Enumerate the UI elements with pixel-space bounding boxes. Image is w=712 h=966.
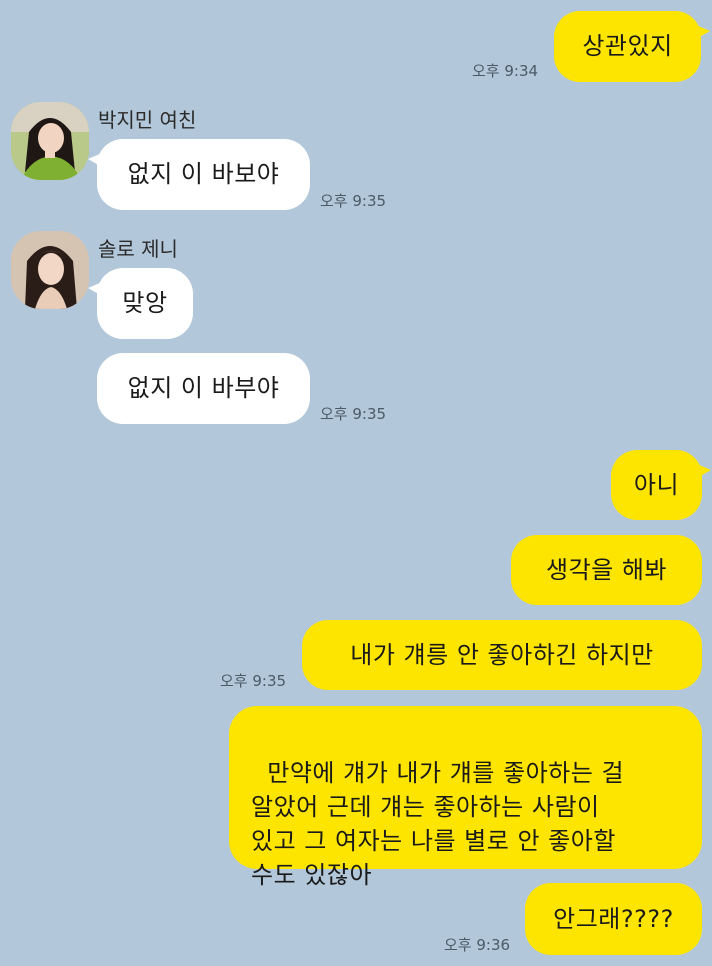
message-timestamp: 오후 9:35 <box>220 672 287 690</box>
message-text: 생각을 해봐 <box>545 555 668 584</box>
avatar[interactable] <box>11 102 89 180</box>
message-text: 아니 <box>633 470 680 499</box>
my-message-bubble[interactable]: 내가 걔릉 안 좋아하긴 하지만 <box>302 620 702 690</box>
avatar[interactable] <box>11 231 89 309</box>
message-text: 만약에 걔가 내가 걔를 좋아하는 걸 알았어 근데 걔는 좋아하는 사람이 있… <box>251 759 625 889</box>
message-text: 내가 걔릉 안 좋아하긴 하지만 <box>350 640 654 669</box>
sender-name: 박지민 여친 <box>98 108 197 132</box>
sender-name: 솔로 제니 <box>98 237 178 261</box>
message-text: 없지 이 바보야 <box>127 160 280 188</box>
other-message-bubble[interactable]: 없지 이 바부야 <box>97 353 310 424</box>
person-photo-icon <box>11 231 89 309</box>
other-message-bubble[interactable]: 맞앙 <box>88 268 193 339</box>
my-message-bubble[interactable]: 아니 <box>611 450 711 520</box>
my-message-bubble[interactable]: 만약에 걔가 내가 걔를 좋아하는 걸 알았어 근데 걔는 좋아하는 사람이 있… <box>229 706 702 889</box>
message-timestamp: 오후 9:35 <box>320 405 387 423</box>
message-text: 상관있지 <box>582 32 673 60</box>
my-message-bubble[interactable]: 상관있지 <box>554 11 710 82</box>
message-timestamp: 오후 9:34 <box>472 62 539 80</box>
other-message-bubble[interactable]: 없지 이 바보야 <box>88 139 310 210</box>
my-message-bubble[interactable]: 안그래???? <box>525 883 702 955</box>
message-text: 맞앙 <box>122 289 168 317</box>
message-text: 없지 이 바부야 <box>127 374 280 402</box>
message-text: 안그래???? <box>553 904 674 933</box>
message-timestamp: 오후 9:35 <box>320 192 387 210</box>
person-photo-icon <box>11 102 89 180</box>
my-message-bubble[interactable]: 생각을 해봐 <box>511 535 702 605</box>
message-timestamp: 오후 9:36 <box>444 936 511 954</box>
